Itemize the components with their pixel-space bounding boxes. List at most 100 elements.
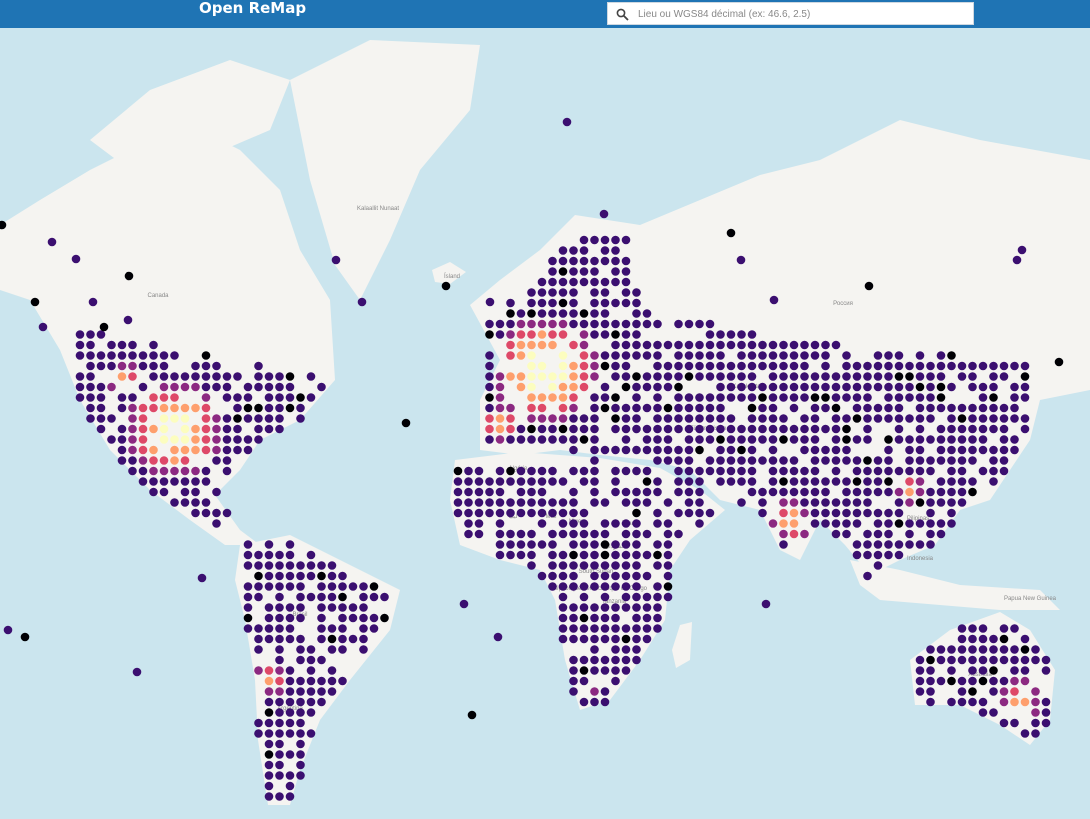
data-dot[interactable]	[779, 361, 788, 371]
data-dot[interactable]	[842, 382, 851, 392]
data-dot[interactable]	[548, 393, 557, 402]
data-dot[interactable]	[632, 571, 641, 581]
data-dot[interactable]	[611, 256, 620, 266]
data-dot[interactable]	[873, 550, 883, 560]
data-dot[interactable]	[285, 708, 295, 717]
data-dot[interactable]	[642, 487, 652, 497]
data-dot[interactable]	[758, 393, 767, 402]
data-dot[interactable]	[338, 624, 347, 633]
data-dot[interactable]	[254, 645, 263, 654]
data-dot[interactable]	[222, 445, 232, 455]
data-dot[interactable]	[1010, 655, 1019, 665]
data-dot[interactable]	[86, 393, 95, 402]
data-dot[interactable]	[548, 477, 557, 486]
data-dot[interactable]	[107, 351, 116, 360]
data-dot[interactable]	[296, 739, 305, 749]
data-dot[interactable]	[495, 435, 505, 444]
data-dot[interactable]	[600, 519, 610, 528]
data-dot[interactable]	[684, 498, 694, 507]
data-dot[interactable]	[705, 403, 715, 413]
data-dot[interactable]	[663, 414, 673, 423]
data-dot[interactable]	[201, 414, 211, 423]
data-dot[interactable]	[75, 330, 85, 339]
data-dot[interactable]	[275, 655, 284, 665]
data-dot[interactable]	[957, 477, 967, 486]
data-dot[interactable]	[810, 519, 820, 528]
data-dot[interactable]	[306, 550, 316, 560]
data-dot[interactable]	[306, 676, 316, 686]
data-dot[interactable]	[789, 351, 799, 360]
data-dot[interactable]	[275, 372, 284, 381]
data-dot[interactable]	[621, 655, 631, 665]
data-dot[interactable]	[915, 424, 925, 434]
data-dot[interactable]	[842, 435, 851, 444]
data-dot[interactable]	[1031, 645, 1040, 654]
data-dot[interactable]	[621, 487, 631, 497]
data-dot[interactable]	[516, 372, 526, 381]
data-dot[interactable]	[296, 708, 305, 717]
data-dot[interactable]	[695, 351, 704, 360]
data-dot[interactable]	[233, 414, 242, 423]
data-dot[interactable]	[369, 613, 379, 623]
data-dot[interactable]	[159, 456, 169, 465]
data-dot[interactable]	[296, 403, 305, 413]
data-dot[interactable]	[684, 393, 694, 402]
data-dot[interactable]	[989, 687, 998, 696]
data-dot[interactable]	[590, 424, 599, 434]
data-dot[interactable]	[600, 687, 610, 696]
data-dot[interactable]	[831, 403, 841, 413]
data-dot[interactable]	[653, 351, 662, 360]
data-dot[interactable]	[915, 676, 925, 686]
data-dot[interactable]	[684, 456, 694, 465]
data-dot[interactable]	[642, 435, 652, 444]
data-dot[interactable]	[852, 519, 862, 528]
data-dot[interactable]	[285, 540, 295, 549]
data-dot[interactable]	[1010, 445, 1019, 455]
data-dot[interactable]	[516, 382, 526, 392]
data-dot[interactable]	[579, 540, 589, 549]
data-dot[interactable]	[1010, 718, 1019, 728]
data-dot[interactable]	[86, 382, 95, 392]
data-dot[interactable]	[957, 634, 967, 644]
data-dot[interactable]	[621, 372, 631, 381]
data-dot[interactable]	[506, 508, 515, 518]
data-dot[interactable]	[611, 372, 620, 381]
data-dot[interactable]	[894, 550, 904, 560]
data-dot[interactable]	[275, 393, 284, 402]
data-dot[interactable]	[327, 561, 337, 570]
data-dot[interactable]	[590, 298, 599, 308]
data-dot[interactable]	[569, 277, 578, 287]
data-dot[interactable]	[138, 445, 148, 455]
data-dot[interactable]	[779, 456, 788, 465]
data-dot[interactable]	[726, 382, 736, 392]
data-dot[interactable]	[197, 573, 207, 583]
data-dot[interactable]	[548, 508, 557, 518]
data-dot[interactable]	[716, 456, 725, 465]
data-dot[interactable]	[978, 624, 988, 633]
data-dot[interactable]	[821, 382, 830, 392]
data-dot[interactable]	[558, 414, 568, 423]
data-dot[interactable]	[653, 403, 662, 413]
data-dot[interactable]	[864, 281, 874, 291]
data-dot[interactable]	[894, 403, 904, 413]
data-dot[interactable]	[621, 414, 631, 423]
data-dot[interactable]	[159, 477, 169, 486]
data-dot[interactable]	[894, 414, 904, 423]
data-dot[interactable]	[264, 729, 274, 738]
data-dot[interactable]	[579, 267, 589, 276]
data-dot[interactable]	[296, 687, 305, 696]
data-dot[interactable]	[264, 624, 274, 633]
data-dot[interactable]	[716, 330, 725, 339]
data-dot[interactable]	[264, 403, 274, 413]
data-dot[interactable]	[632, 403, 641, 413]
data-dot[interactable]	[821, 340, 830, 350]
data-dot[interactable]	[296, 729, 305, 738]
data-dot[interactable]	[243, 414, 253, 423]
data-dot[interactable]	[810, 435, 820, 444]
data-dot[interactable]	[926, 466, 935, 476]
data-dot[interactable]	[758, 361, 767, 371]
data-dot[interactable]	[989, 666, 998, 675]
data-dot[interactable]	[884, 372, 893, 381]
data-dot[interactable]	[369, 582, 379, 591]
data-dot[interactable]	[663, 540, 673, 549]
